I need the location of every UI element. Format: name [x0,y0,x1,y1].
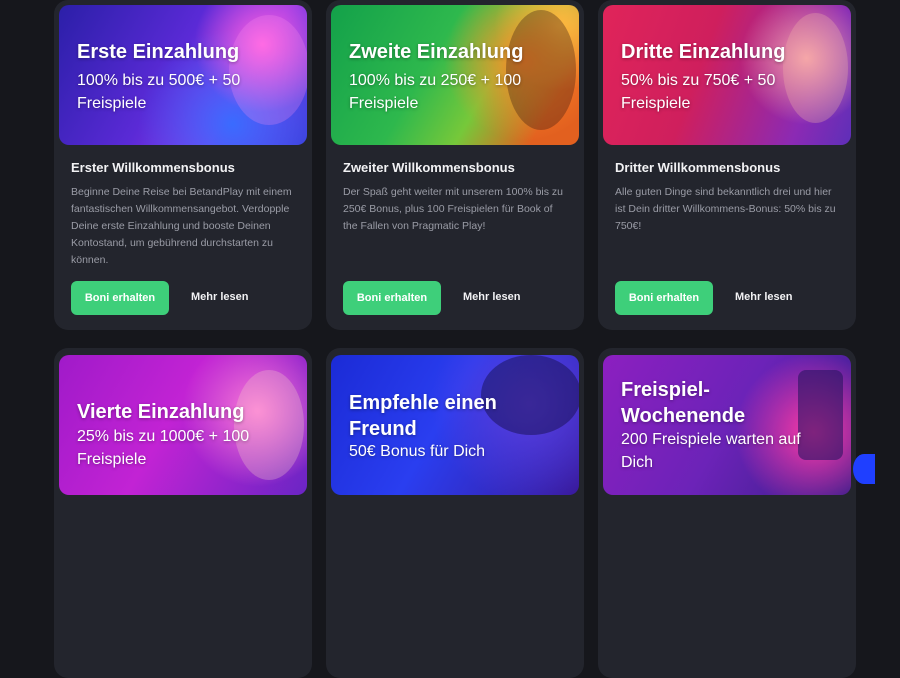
bonus-banner-2[interactable]: Zweite Einzahlung 100% bis zu 250€ + 100… [331,5,579,145]
card-description: Der Spaß geht weiter mit unserem 100% bi… [343,186,564,232]
banner-title: Dritte Einzahlung [621,41,786,63]
banner-subtitle: 100% bis zu 500€ + 50 Freispiele [77,72,241,112]
banner-subtitle: 200 Freispiele warten auf Dich [621,431,801,471]
read-more-link[interactable]: Mehr lesen [463,291,520,303]
card-description: Beginne Deine Reise bei BetandPlay mit e… [71,186,292,266]
claim-bonus-button[interactable]: Boni erhalten [71,281,169,315]
banner-subtitle: 50€ Bonus für Dich [349,443,486,460]
bonus-card-4: Vierte Einzahlung 25% bis zu 1000€ + 100… [54,348,312,678]
bonus-card-6: Freispiel-Wochenende 200 Freispiele wart… [598,348,856,678]
bonus-banner-6[interactable]: Freispiel-Wochenende 200 Freispiele wart… [603,355,851,495]
banner-title: Freispiel-Wochenende [621,379,746,427]
card-description: Alle guten Dinge sind bekanntlich drei u… [615,186,836,232]
bonus-banner-1[interactable]: Erste Einzahlung 100% bis zu 500€ + 50 F… [59,5,307,145]
bonus-card-1: Erste Einzahlung 100% bis zu 500€ + 50 F… [54,0,312,330]
banner-subtitle: 100% bis zu 250€ + 100 Freispiele [349,72,522,112]
bonus-banner-4[interactable]: Vierte Einzahlung 25% bis zu 1000€ + 100… [59,355,307,495]
card-title: Dritter Willkommensbonus [615,160,781,175]
chat-widget-button[interactable] [853,454,875,484]
claim-bonus-button[interactable]: Boni erhalten [615,281,713,315]
read-more-link[interactable]: Mehr lesen [735,291,792,303]
claim-bonus-button[interactable]: Boni erhalten [343,281,441,315]
card-title: Erster Willkommensbonus [71,160,235,175]
read-more-link[interactable]: Mehr lesen [191,291,248,303]
banner-title: Zweite Einzahlung [349,41,524,63]
banner-title: Erste Einzahlung [77,41,240,63]
banner-subtitle: 25% bis zu 1000€ + 100 Freispiele [77,428,250,468]
bonus-banner-5[interactable]: Empfehle einen Freund 50€ Bonus für Dich [331,355,579,495]
card-title: Zweiter Willkommensbonus [343,160,515,175]
bonus-card-2: Zweite Einzahlung 100% bis zu 250€ + 100… [326,0,584,330]
bonus-card-5: Empfehle einen Freund 50€ Bonus für Dich [326,348,584,678]
banner-title: Empfehle einen Freund [349,392,497,440]
bonus-card-3: Dritte Einzahlung 50% bis zu 750€ + 50 F… [598,0,856,330]
banner-subtitle: 50% bis zu 750€ + 50 Freispiele [621,72,776,112]
banner-title: Vierte Einzahlung [77,401,245,423]
bonus-banner-3[interactable]: Dritte Einzahlung 50% bis zu 750€ + 50 F… [603,5,851,145]
